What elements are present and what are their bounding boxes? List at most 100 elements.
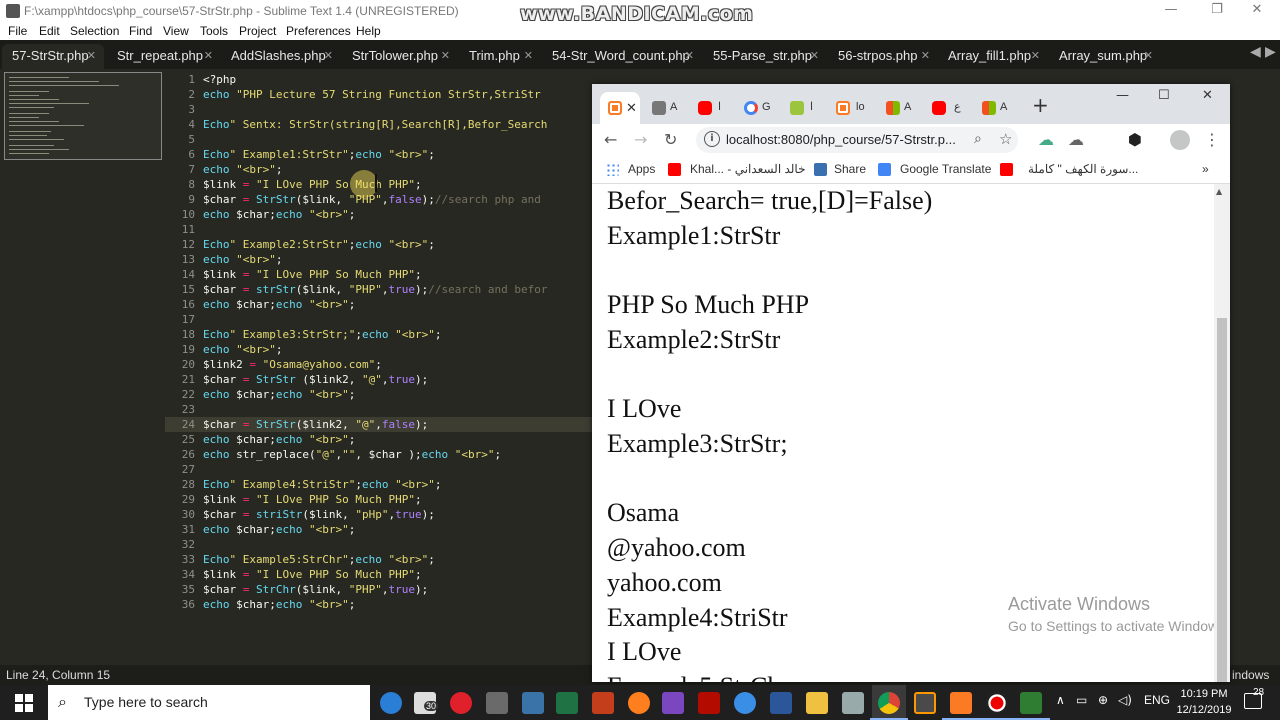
tab-close-icon[interactable]: ✕	[524, 44, 533, 68]
spider-icon[interactable]	[486, 692, 508, 714]
powerpoint-icon[interactable]	[592, 692, 614, 714]
bookmark-surah[interactable]: سورة الكهف " كاملة...	[1028, 162, 1138, 176]
browser-tab[interactable]: G	[738, 94, 778, 120]
browser-tab[interactable]: A	[646, 94, 686, 120]
sublime-icon[interactable]	[914, 692, 936, 714]
menu-find[interactable]: Find	[129, 24, 152, 38]
record-icon[interactable]	[978, 692, 1016, 720]
menu-view[interactable]: View	[163, 24, 189, 38]
tab-strpos[interactable]: 56-strpos.php ✕	[828, 44, 938, 69]
tab-close-icon[interactable]: ✕	[441, 44, 450, 68]
browser-tab[interactable]: A	[976, 94, 1016, 120]
edge-icon[interactable]	[380, 692, 402, 714]
xampp-taskbar-icon[interactable]	[942, 692, 980, 720]
tab-close-icon[interactable]: ✕	[810, 44, 819, 68]
menu-help[interactable]: Help	[356, 24, 381, 38]
menu-edit[interactable]: Edit	[39, 24, 60, 38]
excel-icon[interactable]	[556, 692, 578, 714]
tab-close-icon[interactable]: ✕	[324, 44, 333, 68]
tab-array-fill1[interactable]: Array_fill1.php ✕	[938, 44, 1048, 69]
tab-close-icon[interactable]: ✕	[685, 44, 694, 68]
tray-overflow-icon[interactable]: ∧	[1056, 693, 1065, 707]
code-token: =	[236, 178, 256, 191]
tab-close-icon[interactable]: ✕	[626, 92, 637, 124]
network-icon[interactable]: ▭	[1076, 693, 1087, 707]
avatar[interactable]	[1170, 130, 1190, 150]
bookmark-google-translate[interactable]: Google Translate	[900, 162, 991, 176]
browser-tab-active[interactable]: ✕	[600, 92, 640, 124]
language-indicator[interactable]: ENG	[1144, 693, 1170, 707]
menu-preferences[interactable]: Preferences	[286, 24, 351, 38]
tab-close-icon[interactable]: ✕	[921, 44, 930, 68]
tab-trim[interactable]: Trim.php ✕	[459, 44, 541, 69]
browser-tab[interactable]: ع	[926, 94, 970, 120]
tab-scroll-left-icon[interactable]: ◀	[1250, 44, 1261, 64]
new-tab-button[interactable]: +	[1032, 93, 1049, 117]
tab-close-icon[interactable]: ✕	[1144, 44, 1153, 68]
package-icon[interactable]	[842, 692, 864, 714]
tab-57-strstr[interactable]: 57-StrStr.php ✕	[2, 44, 104, 69]
cloud-icon[interactable]: ☁	[1068, 130, 1084, 149]
clock[interactable]: 10:19 PM 12/12/2019	[1172, 686, 1236, 718]
acrobat-icon[interactable]	[698, 692, 720, 714]
tab-label: 56-strpos.php	[838, 48, 918, 63]
browser-tab[interactable]: A	[880, 94, 920, 120]
globe-icon[interactable]: ⊕	[1098, 693, 1108, 707]
ie-icon[interactable]	[734, 692, 756, 714]
menu-project[interactable]: Project	[239, 24, 276, 38]
file-explorer-icon[interactable]	[806, 692, 828, 714]
bookmarks-overflow-icon[interactable]: »	[1202, 162, 1209, 176]
taskbar-search[interactable]: ⌕ Type here to search	[48, 685, 370, 720]
bookmark-star-icon[interactable]: ☆	[999, 130, 1012, 148]
minimap[interactable]	[4, 72, 162, 160]
tab-scroll-right-icon[interactable]: ▶	[1265, 44, 1276, 64]
scrollbar-thumb[interactable]	[1217, 318, 1227, 682]
tab-array-sum[interactable]: Array_sum.php ✕	[1049, 44, 1161, 69]
apps-icon[interactable]	[606, 163, 619, 176]
python-icon[interactable]	[522, 692, 544, 714]
word-icon[interactable]	[770, 692, 792, 714]
menu-tools[interactable]: Tools	[200, 24, 228, 38]
menu-selection[interactable]: Selection	[70, 24, 119, 38]
tab-close-icon[interactable]: ✕	[1031, 44, 1040, 68]
opera-icon[interactable]	[450, 692, 472, 714]
code-token: echo	[203, 163, 230, 176]
menu-file[interactable]: File	[8, 24, 27, 38]
tab-str-repeat[interactable]: Str_repeat.php ✕	[107, 44, 221, 69]
close-button[interactable]: ✕	[1234, 0, 1280, 22]
visual-studio-icon[interactable]	[662, 692, 684, 714]
bandicam-icon[interactable]	[1012, 692, 1050, 720]
chrome-close-button[interactable]: ✕	[1202, 88, 1213, 103]
bookmark-apps[interactable]: Apps	[628, 162, 655, 176]
download-icon[interactable]: ☁	[1038, 130, 1054, 149]
minimize-button[interactable]: —	[1148, 0, 1194, 22]
firefox-icon[interactable]	[628, 692, 650, 714]
tab-strtolower[interactable]: StrTolower.php ✕	[342, 44, 458, 69]
zoom-icon[interactable]: ⌕	[974, 131, 982, 147]
back-icon[interactable]: ←	[604, 130, 617, 149]
browser-tab[interactable]: ا	[692, 94, 732, 120]
tab-str-word-count[interactable]: 54-Str_Word_count.php ✕	[542, 44, 702, 69]
chrome-maximize-button[interactable]: ☐	[1158, 88, 1170, 103]
reload-icon[interactable]: ↻	[664, 130, 677, 149]
info-icon[interactable]: i	[704, 131, 720, 147]
address-bar[interactable]: i localhost:8080/php_course/57-Strstr.p.…	[696, 127, 1018, 153]
chrome-menu-icon[interactable]: ⋮	[1204, 130, 1220, 149]
scroll-up-icon[interactable]: ▲	[1216, 187, 1222, 196]
extension-icon[interactable]: ⬢	[1128, 130, 1142, 149]
volume-icon[interactable]: ◁)	[1118, 693, 1132, 707]
forward-icon[interactable]: →	[634, 130, 647, 149]
browser-tab[interactable]: ا	[784, 94, 824, 120]
windows-start-icon[interactable]	[15, 694, 33, 712]
search-icon: ⌕	[58, 692, 67, 711]
chrome-minimize-button[interactable]: —	[1116, 88, 1129, 103]
bookmark-share[interactable]: Share	[834, 162, 866, 176]
tab-parse-str[interactable]: 55-Parse_str.php ✕	[703, 44, 827, 69]
url-text[interactable]: localhost:8080/php_course/57-Strstr.p...	[726, 132, 956, 147]
browser-tab[interactable]: lo	[830, 94, 874, 120]
chrome-icon[interactable]	[870, 692, 908, 720]
bookmark-khalid[interactable]: Khal... - خالد السعداني	[690, 162, 806, 176]
tab-addslashes[interactable]: AddSlashes.php ✕	[221, 44, 341, 69]
tab-close-icon[interactable]: ✕	[87, 44, 96, 68]
tab-close-icon[interactable]: ✕	[204, 44, 213, 68]
